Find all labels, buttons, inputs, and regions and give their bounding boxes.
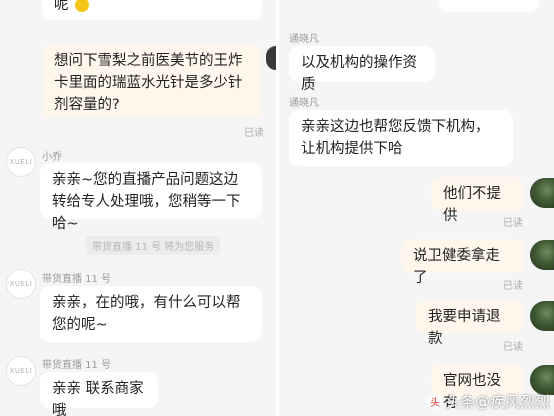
sender-name: 带货直播 11 号 [42, 274, 112, 285]
sender-name: 通晓凡 [289, 98, 319, 109]
read-status: 已读 [244, 128, 264, 139]
message-text: 亲亲这边也帮您反馈下机构，让机构提供下哈 [301, 119, 490, 157]
read-status: 已读 [503, 218, 523, 229]
message-bubble: 亲亲 联系商家哦 [40, 372, 158, 416]
left-chat-pane: 呢 想问下雪梨之前医美节的王炸卡里面的瑞蓝水光针是多少针剂容量的? 已读 XUE… [0, 0, 276, 416]
agent-avatar[interactable]: XUELI [6, 269, 36, 299]
read-status: 已读 [503, 281, 523, 292]
message-bubble: 呢 [42, 0, 262, 20]
message-text: 亲亲，在的哦，有什么可以帮您的呢~ [52, 295, 241, 333]
user-avatar[interactable] [266, 46, 276, 70]
smiley-emoji-icon [75, 0, 90, 12]
message-text: 以及机构的操作资质 [301, 55, 417, 93]
watermark-text: 头条@疾风烈烈 [444, 393, 550, 411]
user-message-bubble: 说卫健委拿走了 [401, 239, 524, 286]
message-text: 亲亲~您的直播产品问题这边转给专人处理哦，您稍等一下哈~ [52, 172, 241, 232]
message-text: 说卫健委拿走了 [413, 248, 500, 286]
user-message-bubble: 他们不提供 [431, 177, 524, 224]
user-avatar[interactable] [530, 240, 554, 270]
message-text: 呢 [54, 0, 69, 13]
toutiao-logo-icon: 头 [427, 394, 442, 409]
sender-name: 小乔 [42, 152, 62, 163]
user-question-bubble: 想问下雪梨之前医美节的王炸卡里面的瑞蓝水光针是多少针剂容量的? [42, 44, 262, 118]
message-bubble: 亲亲，在的哦，有什么可以帮您的呢~ [40, 286, 262, 342]
user-avatar[interactable] [530, 178, 554, 208]
sender-name: 带货直播 11 号 [42, 360, 112, 371]
user-avatar[interactable] [530, 301, 554, 331]
user-message-bubble: 我要申请退款 [416, 300, 524, 347]
message-bubble [439, 0, 539, 12]
message-text: 亲亲 联系商家哦 [52, 381, 144, 416]
agent-avatar[interactable]: XUELI [6, 356, 36, 386]
system-notice: 带货直播 11 号 将为您服务 [86, 236, 221, 255]
message-bubble: 亲亲~您的直播产品问题这边转给专人处理哦，您稍等一下哈~ [40, 163, 262, 232]
right-chat-pane: 通晓凡 以及机构的操作资质 通晓凡 亲亲这边也帮您反馈下机构，让机构提供下哈 他… [279, 0, 554, 416]
message-bubble: 以及机构的操作资质 [289, 46, 435, 93]
message-text: 我要申请退款 [428, 309, 501, 347]
watermark: 头 头条@疾风烈烈 [427, 391, 550, 412]
read-status: 已读 [503, 342, 523, 353]
agent-avatar[interactable]: XUELI [6, 147, 36, 177]
message-text: 他们不提供 [443, 186, 501, 224]
sender-name: 通晓凡 [289, 34, 319, 45]
message-text: 想问下雪梨之前医美节的王炸卡里面的瑞蓝水光针是多少针剂容量的? [54, 53, 243, 113]
message-bubble: 亲亲这边也帮您反馈下机构，让机构提供下哈 [289, 110, 513, 166]
